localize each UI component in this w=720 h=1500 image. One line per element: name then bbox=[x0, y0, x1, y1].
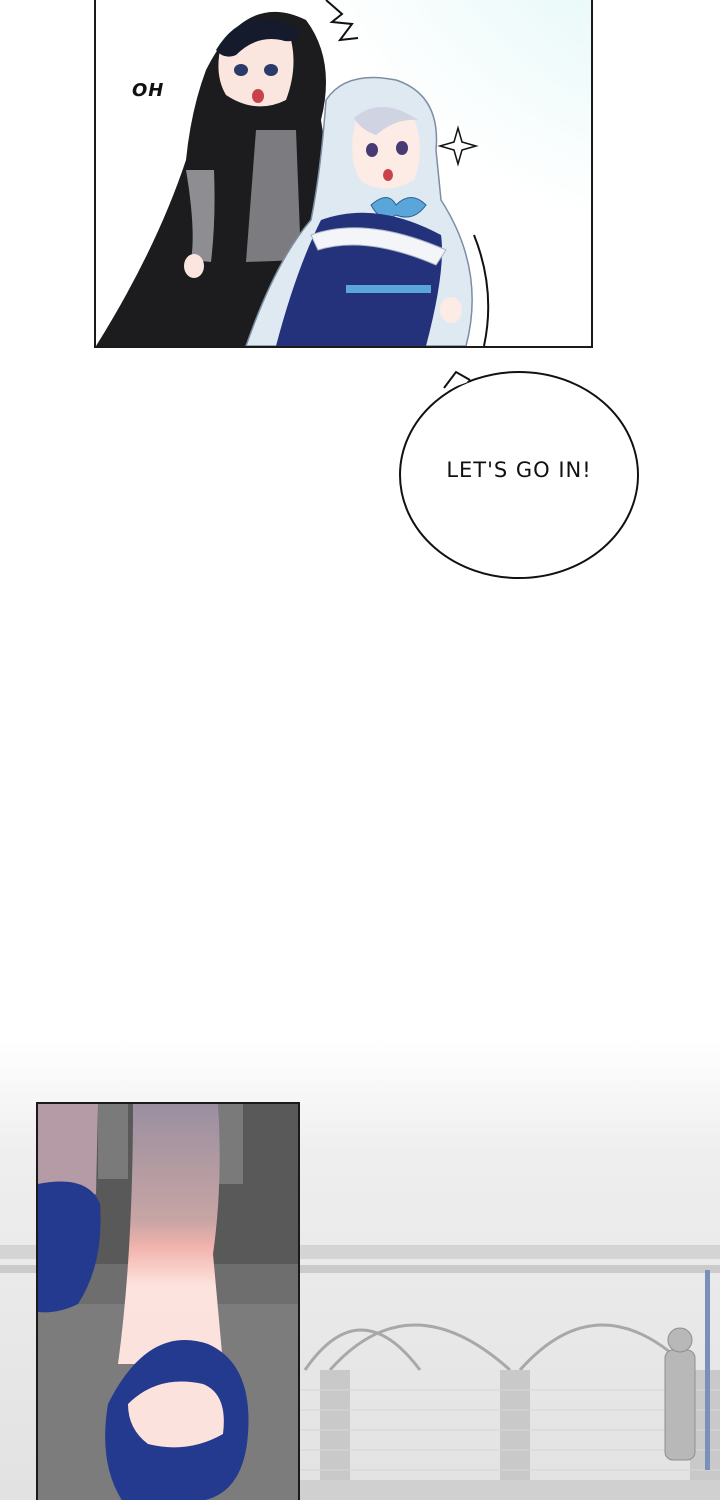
comic-panel-blue-shoes bbox=[36, 1102, 300, 1500]
sfx-text: OH bbox=[132, 80, 165, 101]
comic-panel-hooded-pair bbox=[94, 0, 593, 348]
feet-illustration bbox=[38, 1104, 298, 1500]
panel-illustration bbox=[96, 0, 591, 346]
speech-bubble-text: LET'S GO IN! bbox=[446, 458, 592, 482]
